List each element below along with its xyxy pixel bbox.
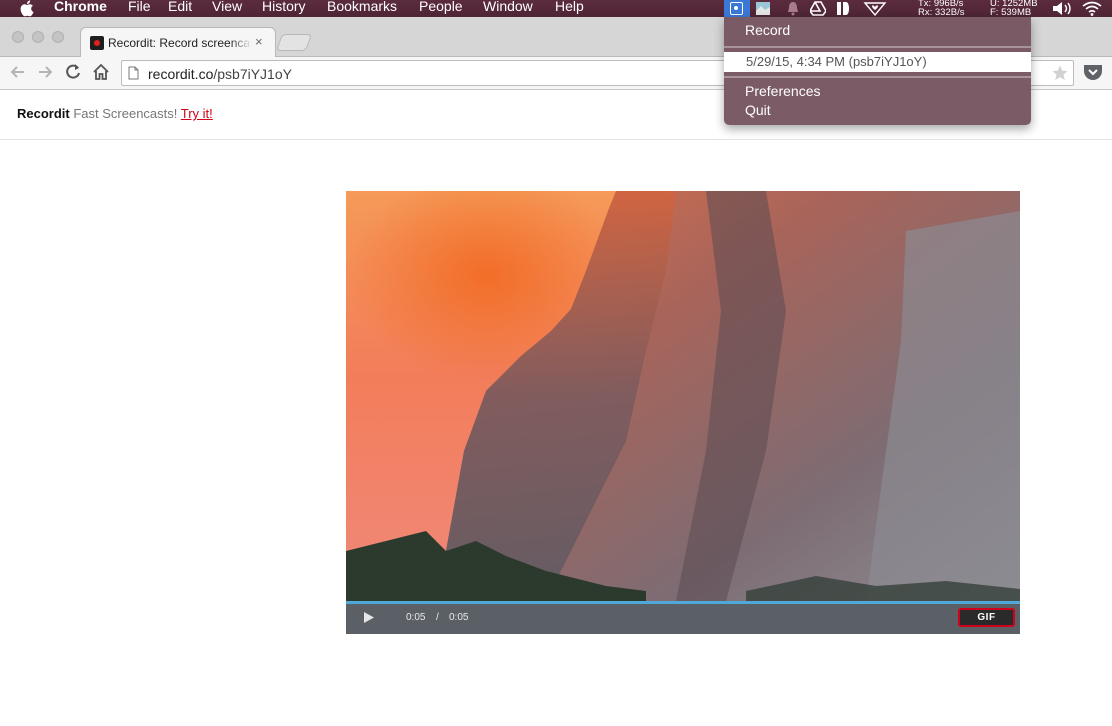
recordit-favicon-icon: [90, 36, 104, 50]
pocket-icon[interactable]: [1083, 63, 1103, 81]
volume-icon[interactable]: [1052, 1, 1074, 16]
new-tab-button[interactable]: [275, 34, 313, 51]
recordit-tray-icon[interactable]: [724, 0, 750, 17]
el-capitan-image: [346, 191, 1020, 601]
record-menu-item[interactable]: Record: [745, 22, 790, 38]
rx-label: Rx:: [918, 7, 933, 17]
free-mem-label: F:: [990, 7, 999, 17]
recording-history-label: 5/29/15, 4:34 PM (psb7iYJ1oY): [746, 54, 927, 69]
browser-tab[interactable]: Recordit: Record screencasts ×: [80, 27, 276, 58]
time-separator: /: [436, 612, 439, 623]
tab-title: Recordit: Record screencasts: [108, 36, 252, 50]
window-close-button[interactable]: [12, 31, 24, 43]
menu-view[interactable]: View: [212, 0, 242, 15]
player-controls: 0:05 / 0:05 GIF: [346, 601, 1020, 634]
menu-separator: [724, 46, 1031, 48]
network-stats: Tx: 996B/s Rx: 332B/s: [918, 0, 964, 17]
site-brand: Recordit Fast Screencasts! Try it!: [17, 106, 213, 121]
home-icon[interactable]: [91, 62, 111, 82]
window-zoom-button[interactable]: [52, 31, 64, 43]
url-host: recordit.co: [148, 66, 214, 82]
memory-stats: U: 1252MB F: 539MB: [990, 0, 1038, 17]
rx-rate: 332B/s: [934, 7, 965, 17]
menu-history[interactable]: History: [262, 0, 306, 15]
video-frame[interactable]: [346, 191, 1020, 601]
try-it-link[interactable]: Try it!: [181, 106, 213, 121]
menu-app-chrome[interactable]: Chrome: [54, 0, 107, 15]
menu-separator: [724, 76, 1031, 78]
current-time: 0:05: [406, 612, 426, 623]
bitbar-icon[interactable]: [836, 1, 852, 16]
duration: 0:05: [449, 612, 469, 623]
apple-icon[interactable]: [20, 0, 36, 17]
google-drive-icon[interactable]: [810, 1, 826, 16]
preferences-menu-item[interactable]: Preferences: [745, 83, 820, 99]
brand-tagline: Fast Screencasts!: [69, 106, 181, 121]
menu-people[interactable]: People: [419, 0, 463, 15]
url-text[interactable]: recordit.co/psb7iYJ1oY: [148, 66, 292, 82]
brand-name: Recordit: [17, 106, 70, 121]
tab-close-icon[interactable]: ×: [255, 34, 263, 49]
forward-icon[interactable]: [35, 62, 55, 82]
menu-file[interactable]: File: [128, 0, 151, 15]
heart-shield-icon[interactable]: [863, 1, 887, 16]
wifi-icon[interactable]: [1082, 1, 1102, 16]
video-player[interactable]: 0:05 / 0:05 GIF: [346, 191, 1020, 634]
url-path: /psb7iYJ1oY: [213, 66, 292, 82]
quit-menu-item[interactable]: Quit: [745, 102, 771, 118]
progress-bar[interactable]: [346, 601, 1020, 604]
bookmark-star-icon[interactable]: [1051, 64, 1069, 82]
recording-history-item[interactable]: 5/29/15, 4:34 PM (psb7iYJ1oY): [724, 52, 1031, 72]
photos-tray-icon[interactable]: [755, 1, 771, 16]
menu-edit[interactable]: Edit: [168, 0, 192, 15]
macos-menu-bar: Chrome File Edit View History Bookmarks …: [0, 0, 1112, 17]
menu-bookmarks[interactable]: Bookmarks: [327, 0, 397, 15]
play-icon[interactable]: [363, 611, 375, 624]
window-minimize-button[interactable]: [32, 31, 44, 43]
reload-icon[interactable]: [63, 62, 83, 82]
menu-window[interactable]: Window: [483, 0, 533, 15]
gif-button[interactable]: GIF: [958, 608, 1015, 627]
page-icon: [128, 66, 139, 80]
recordit-menu: Record 5/29/15, 4:34 PM (psb7iYJ1oY) Pre…: [724, 17, 1031, 125]
back-icon[interactable]: [8, 62, 28, 82]
menu-help[interactable]: Help: [555, 0, 584, 15]
notification-bell-icon[interactable]: [785, 1, 801, 16]
free-mem-value: 539MB: [1001, 7, 1032, 17]
